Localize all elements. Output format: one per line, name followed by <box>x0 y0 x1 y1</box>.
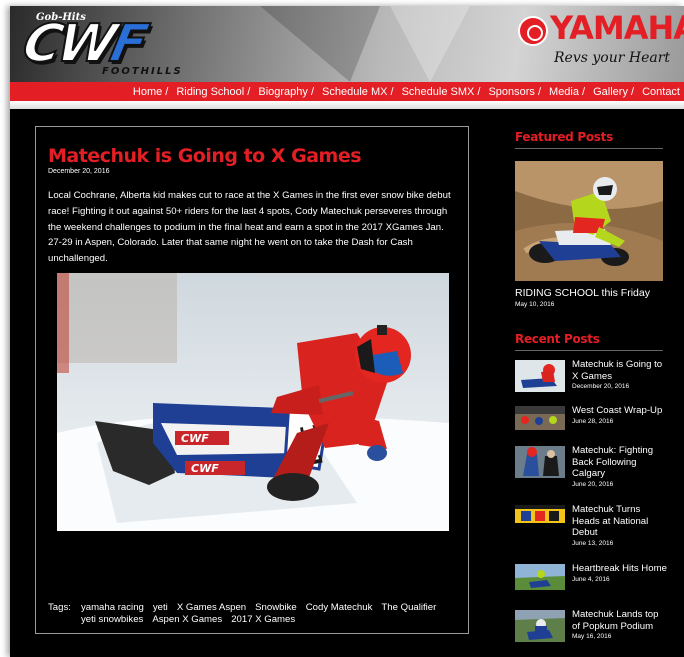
site-header: Gob-Hits CWF FOOTHILLS YAMAHA Revs your … <box>10 6 684 82</box>
post-body: Local Cochrane, Alberta kid makes cut to… <box>48 190 451 265</box>
nav-contact[interactable]: Contact <box>642 86 680 98</box>
nav-riding-school[interactable]: Riding School / <box>176 86 250 98</box>
nav-media[interactable]: Media / <box>549 86 585 98</box>
recent-post-title[interactable]: Heartbreak Hits Home <box>572 563 667 574</box>
featured-rule <box>515 148 663 149</box>
bike-decal-text: CWF <box>181 432 209 445</box>
svg-text:CWF: CWF <box>191 462 219 475</box>
recent-post-date: June 20, 2016 <box>572 480 614 488</box>
tag-link[interactable]: X Games Aspen <box>177 602 246 614</box>
post-tags: Tags: yamaha racing yeti X Games Aspen S… <box>48 602 460 626</box>
recent-post-title[interactable]: Matechuk Lands top of Popkum Podium <box>572 609 658 632</box>
recent-post-title[interactable]: Matechuk Turns Heads at National Debut <box>572 504 648 538</box>
recent-post-thumb[interactable] <box>515 360 565 392</box>
recent-post-thumb[interactable] <box>515 446 565 478</box>
recent-post-thumb[interactable] <box>515 406 565 430</box>
featured-posts-heading: Featured Posts <box>515 130 613 144</box>
recent-post-title[interactable]: Matechuk: Fighting Back Following Calgar… <box>572 445 653 479</box>
featured-post-image[interactable] <box>515 161 663 281</box>
featured-post-date: May 10, 2016 <box>515 301 555 308</box>
recent-posts-heading: Recent Posts <box>515 332 600 346</box>
nav-schedule-mx[interactable]: Schedule MX / <box>322 86 394 98</box>
recent-post-date: June 4, 2016 <box>572 575 610 583</box>
page-frame: Gob-Hits CWF FOOTHILLS YAMAHA Revs your … <box>10 6 684 657</box>
tag-link[interactable]: yeti snowbikes <box>81 614 143 626</box>
nav-gallery[interactable]: Gallery / <box>593 86 634 98</box>
nav-biography[interactable]: Biography / <box>258 86 314 98</box>
recent-rule <box>515 350 663 351</box>
nav-divider <box>10 101 684 109</box>
yamaha-emblem-icon <box>518 16 548 46</box>
post-title[interactable]: Matechuk is Going to X Games <box>48 145 362 167</box>
tags-list: yamaha racing yeti X Games Aspen Snowbik… <box>81 602 451 626</box>
tag-link[interactable]: The Qualifier <box>381 602 436 614</box>
tag-link[interactable]: yamaha racing <box>81 602 144 614</box>
recent-post-date: June 28, 2016 <box>572 417 614 425</box>
nav-schedule-smx[interactable]: Schedule SMX / <box>402 86 481 98</box>
tag-link[interactable]: Aspen X Games <box>152 614 222 626</box>
tag-link[interactable]: yeti <box>153 602 168 614</box>
post-photo[interactable]: CWF CWF 111 <box>57 273 449 531</box>
recent-post-date: December 20, 2016 <box>572 383 630 390</box>
yamaha-tagline: Revs your Heart <box>554 50 671 66</box>
cwf-foothills-logo[interactable]: Gob-Hits CWF FOOTHILLS <box>17 12 222 78</box>
recent-post-title[interactable]: Matechuk is Going to X Games <box>572 359 662 382</box>
nav-home[interactable]: Home / <box>133 86 168 98</box>
featured-post-title[interactable]: RIDING SCHOOL this Friday <box>515 287 650 299</box>
yamaha-wordmark: YAMAHA <box>550 9 684 47</box>
yamaha-logo[interactable]: YAMAHA Revs your Heart <box>514 12 684 76</box>
snowbike-rider-image: CWF CWF 111 <box>57 273 449 531</box>
tag-link[interactable]: Cody Matechuk <box>306 602 373 614</box>
motocross-rider-image <box>515 161 663 281</box>
recent-post-title[interactable]: West Coast Wrap-Up <box>572 405 662 416</box>
recent-post-thumb[interactable] <box>515 564 565 590</box>
tag-link[interactable]: Snowbike <box>255 602 297 614</box>
recent-post-date: June 13, 2016 <box>572 539 614 547</box>
recent-post-thumb[interactable] <box>515 610 565 642</box>
post-date: December 20, 2016 <box>48 168 110 175</box>
tags-label: Tags: <box>48 602 71 613</box>
main-nav: Home / Riding School / Biography / Sched… <box>10 82 684 101</box>
post-card: Matechuk is Going to X Games December 20… <box>35 126 469 634</box>
recent-post-thumb[interactable] <box>515 505 565 523</box>
tag-link[interactable]: 2017 X Games <box>231 614 295 626</box>
logo-sub-text: FOOTHILLS <box>102 66 183 77</box>
recent-post-date: May 16, 2016 <box>572 633 612 640</box>
nav-sponsors[interactable]: Sponsors / <box>488 86 541 98</box>
logo-main-text: CWF <box>17 13 151 75</box>
